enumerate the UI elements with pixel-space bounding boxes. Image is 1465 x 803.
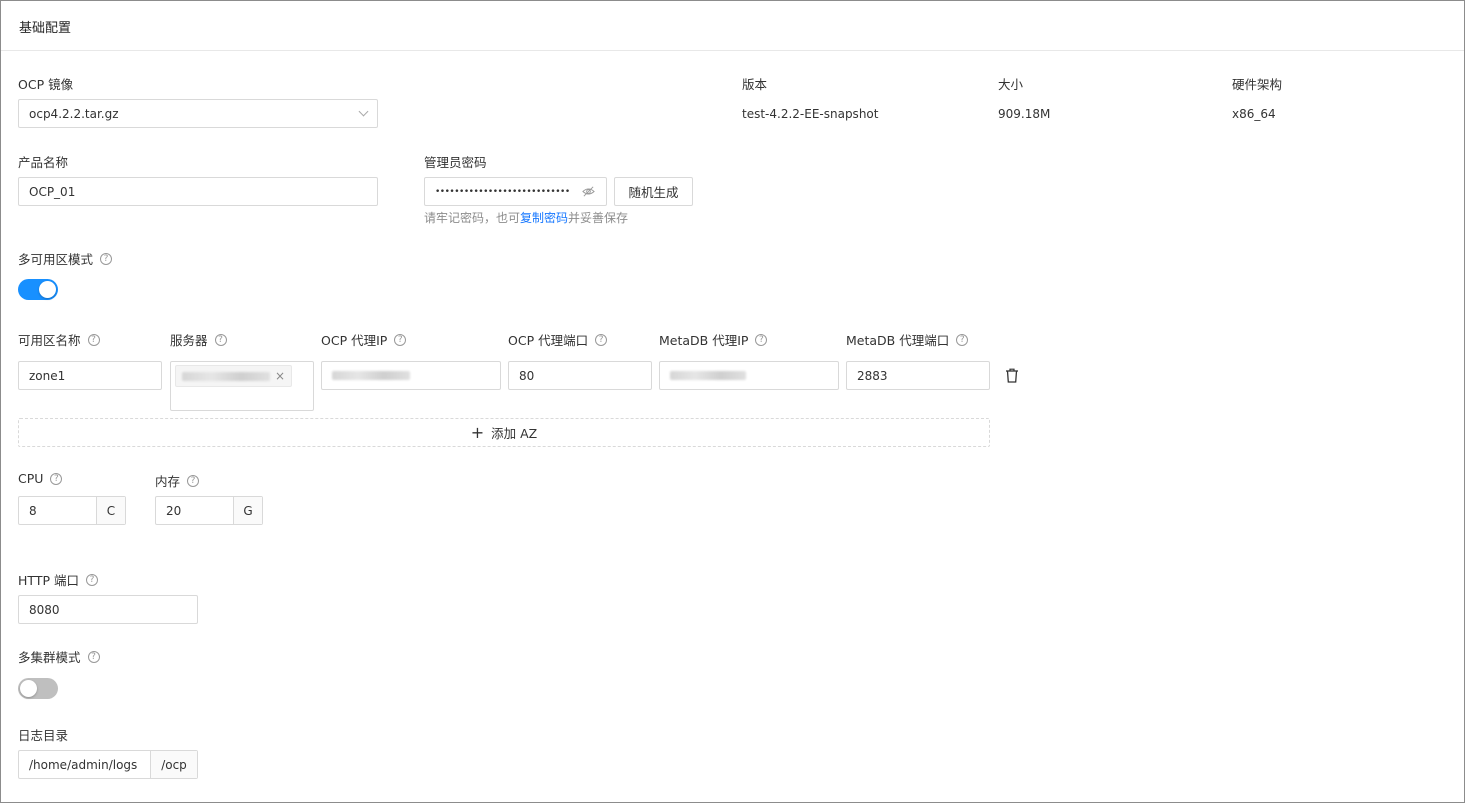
help-icon: ? bbox=[87, 333, 100, 346]
memory-label: 内存? bbox=[155, 471, 200, 490]
help-icon: ? bbox=[214, 333, 227, 346]
server-tag: × bbox=[175, 365, 293, 387]
log-dir-input[interactable]: /home/admin/logs /ocp bbox=[18, 750, 198, 779]
ocp-image-label: OCP 镜像 bbox=[18, 77, 74, 92]
log-dir-label: 日志目录 bbox=[18, 728, 69, 743]
switch-knob bbox=[39, 281, 56, 298]
close-icon[interactable]: × bbox=[275, 369, 285, 383]
redacted-server bbox=[182, 371, 270, 381]
col-ocp-proxy-port: OCP 代理端口? bbox=[508, 330, 608, 349]
plus-icon: + bbox=[470, 423, 485, 442]
multi-cluster-label: 多集群模式? bbox=[18, 647, 100, 666]
chevron-down-icon bbox=[358, 106, 369, 117]
http-port-label: HTTP 端口? bbox=[18, 570, 98, 589]
col-metadb-proxy-ip: MetaDB 代理IP? bbox=[659, 330, 768, 349]
metadb-proxy-ip-input[interactable] bbox=[659, 361, 839, 390]
col-zone-name: 可用区名称? bbox=[18, 330, 100, 349]
cpu-unit: C bbox=[96, 497, 125, 524]
admin-password-label: 管理员密码 bbox=[424, 155, 487, 170]
help-icon: ? bbox=[100, 252, 113, 265]
copy-password-link[interactable]: 复制密码 bbox=[520, 211, 568, 225]
ocp-proxy-ip-input[interactable] bbox=[321, 361, 501, 390]
memory-unit: G bbox=[233, 497, 262, 524]
section-title: 基础配置 bbox=[19, 21, 72, 36]
size-label: 大小 bbox=[998, 77, 1024, 92]
password-hint: 请牢记密码，也可复制密码并妥善保存 bbox=[424, 211, 629, 225]
cpu-label: CPU? bbox=[18, 471, 63, 486]
http-port-input[interactable]: 8080 bbox=[18, 595, 198, 624]
col-metadb-proxy-port: MetaDB 代理端口? bbox=[846, 330, 969, 349]
multi-az-label: 多可用区模式? bbox=[18, 249, 113, 268]
memory-input[interactable]: 20 G bbox=[155, 496, 263, 525]
server-select[interactable]: × bbox=[170, 361, 314, 411]
col-server: 服务器? bbox=[170, 330, 227, 349]
help-icon: ? bbox=[87, 650, 100, 663]
eye-invisible-icon[interactable] bbox=[582, 185, 595, 198]
product-name-label: 产品名称 bbox=[18, 155, 69, 170]
arch-label: 硬件架构 bbox=[1232, 77, 1283, 92]
ocp-proxy-port-input[interactable]: 80 bbox=[508, 361, 652, 390]
add-az-button[interactable]: + 添加 AZ bbox=[18, 418, 990, 447]
zone-name-input[interactable]: zone1 bbox=[18, 361, 162, 390]
redacted-ip bbox=[332, 371, 410, 380]
version-value: test-4.2.2-EE-snapshot bbox=[742, 107, 879, 121]
admin-password-input[interactable]: •••••••••••••••••••••••••••• bbox=[424, 177, 607, 206]
help-icon: ? bbox=[394, 333, 407, 346]
generate-password-button[interactable]: 随机生成 bbox=[614, 177, 693, 206]
metadb-proxy-port-input[interactable]: 2883 bbox=[846, 361, 990, 390]
help-icon: ? bbox=[187, 474, 200, 487]
multi-cluster-switch[interactable] bbox=[18, 678, 58, 699]
help-icon: ? bbox=[755, 333, 768, 346]
ocp-image-select[interactable]: ocp4.2.2.tar.gz bbox=[18, 99, 378, 128]
redacted-ip bbox=[670, 371, 746, 380]
version-label: 版本 bbox=[742, 77, 768, 92]
help-icon: ? bbox=[595, 333, 608, 346]
product-name-input[interactable]: OCP_01 bbox=[18, 177, 378, 206]
cpu-input[interactable]: 8 C bbox=[18, 496, 126, 525]
help-icon: ? bbox=[50, 472, 63, 485]
multi-az-switch[interactable] bbox=[18, 279, 58, 300]
log-dir-suffix: /ocp bbox=[150, 751, 197, 778]
switch-knob bbox=[20, 680, 37, 697]
size-value: 909.18M bbox=[998, 107, 1051, 121]
help-icon: ? bbox=[956, 333, 969, 346]
help-icon: ? bbox=[85, 573, 98, 586]
section-header: 基础配置 bbox=[1, 1, 1464, 51]
col-ocp-proxy-ip: OCP 代理IP? bbox=[321, 330, 407, 349]
delete-icon[interactable] bbox=[1005, 368, 1019, 383]
arch-value: x86_64 bbox=[1232, 107, 1276, 121]
